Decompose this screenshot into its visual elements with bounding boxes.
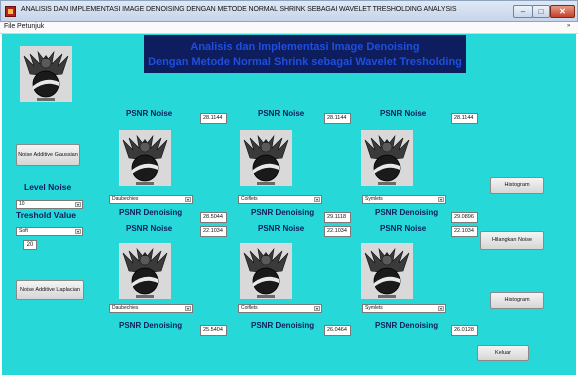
eagle-emblem-icon bbox=[361, 130, 413, 186]
laplacian-noisy-image-symlets bbox=[361, 243, 413, 299]
wavelet-dropdown[interactable]: Coiflets ▾ bbox=[238, 195, 322, 204]
eagle-emblem-icon bbox=[119, 243, 171, 299]
psnr-noise-value: 28.1144 bbox=[451, 113, 478, 124]
eagle-emblem-icon bbox=[240, 243, 292, 299]
title-bar: ANALISIS DAN IMPLEMENTASI IMAGE DENOISIN… bbox=[0, 0, 578, 22]
psnr-denoising-label: PSNR Denoising bbox=[375, 321, 439, 330]
menu-file[interactable]: File bbox=[4, 23, 15, 30]
psnr-noise-value: 22.1034 bbox=[324, 226, 351, 237]
exit-button[interactable]: Keluar bbox=[477, 345, 529, 361]
laplacian-noisy-image-coiflets bbox=[240, 243, 292, 299]
chevron-down-icon: ▾ bbox=[314, 306, 320, 311]
psnr-noise-label: PSNR Noise bbox=[380, 224, 427, 233]
banner-title-line1: Analisis dan Implementasi Image Denoisin… bbox=[190, 41, 420, 53]
chevron-down-icon: ▾ bbox=[438, 306, 444, 311]
psnr-denoising-label: PSNR Denoising bbox=[251, 208, 315, 217]
psnr-denoising-value: 29.0896 bbox=[451, 212, 478, 223]
chevron-down-icon: ▾ bbox=[438, 197, 444, 202]
psnr-noise-label: PSNR Noise bbox=[126, 109, 173, 118]
psnr-noise-value: 28.1144 bbox=[200, 113, 227, 124]
noise-additive-gaussian-button[interactable]: Noise Additive Gaussian bbox=[16, 144, 80, 166]
level-noise-value: 10 bbox=[19, 201, 25, 207]
wavelet-value: Daubechies bbox=[112, 196, 139, 202]
wavelet-dropdown[interactable]: Daubechies ▾ bbox=[109, 195, 193, 204]
eagle-emblem-icon bbox=[119, 130, 171, 186]
window-title: ANALISIS DAN IMPLEMENTASI IMAGE DENOISIN… bbox=[21, 6, 457, 13]
menu-petunjuk[interactable]: Petunjuk bbox=[17, 23, 44, 30]
figure-canvas: Analisis dan Implementasi Image Denoisin… bbox=[2, 34, 576, 375]
maximize-button[interactable]: □ bbox=[532, 5, 550, 18]
wavelet-dropdown[interactable]: Symlets ▾ bbox=[362, 195, 446, 204]
wavelet-value: Daubechies bbox=[112, 305, 139, 311]
eagle-emblem-icon bbox=[361, 243, 413, 299]
menu-bar: File Petunjuk » bbox=[0, 22, 578, 34]
remove-noise-button[interactable]: Hilangkan Noise bbox=[480, 231, 544, 250]
psnr-denoising-value: 25.5404 bbox=[200, 325, 227, 336]
psnr-noise-label: PSNR Noise bbox=[258, 224, 305, 233]
wavelet-dropdown[interactable]: Symlets ▾ bbox=[362, 304, 446, 313]
level-noise-label: Level Noise bbox=[24, 182, 72, 192]
chevron-down-icon: ▾ bbox=[75, 229, 81, 234]
psnr-denoising-value: 26.0464 bbox=[324, 325, 351, 336]
treshold-number-field[interactable]: 20 bbox=[23, 240, 37, 250]
minimize-button[interactable]: – bbox=[513, 5, 533, 18]
psnr-noise-value: 22.1034 bbox=[451, 226, 478, 237]
psnr-denoising-value: 28.5044 bbox=[200, 212, 227, 223]
title-banner: Analisis dan Implementasi Image Denoisin… bbox=[144, 35, 466, 73]
psnr-noise-label: PSNR Noise bbox=[126, 224, 173, 233]
original-image bbox=[20, 46, 72, 102]
psnr-noise-label: PSNR Noise bbox=[258, 109, 305, 118]
chevron-down-icon: ▾ bbox=[185, 306, 191, 311]
treshold-value-label: Treshold Value bbox=[16, 210, 76, 220]
psnr-noise-value: 22.1034 bbox=[200, 226, 227, 237]
wavelet-dropdown[interactable]: Coiflets ▾ bbox=[238, 304, 322, 313]
gaussian-noisy-image-daubechies bbox=[119, 130, 171, 186]
laplacian-noisy-image-daubechies bbox=[119, 243, 171, 299]
chevron-down-icon: ▾ bbox=[75, 202, 81, 207]
gaussian-noisy-image-coiflets bbox=[240, 130, 292, 186]
eagle-emblem-icon bbox=[240, 130, 292, 186]
level-noise-dropdown[interactable]: 10 ▾ bbox=[16, 200, 83, 209]
psnr-denoising-label: PSNR Denoising bbox=[251, 321, 315, 330]
histogram-button-bottom[interactable]: Histogram bbox=[490, 292, 544, 309]
psnr-denoising-value: 29.1118 bbox=[324, 212, 351, 223]
psnr-denoising-label: PSNR Denoising bbox=[375, 208, 439, 217]
banner-title-line2: Dengan Metode Normal Shrink sebagai Wave… bbox=[148, 56, 462, 68]
treshold-value: Soft bbox=[19, 228, 28, 234]
close-button[interactable]: ✕ bbox=[550, 5, 575, 18]
chevron-down-icon: ▾ bbox=[314, 197, 320, 202]
psnr-denoising-label: PSNR Denoising bbox=[119, 208, 183, 217]
psnr-noise-value: 28.1144 bbox=[324, 113, 351, 124]
wavelet-value: Symlets bbox=[365, 305, 383, 311]
matlab-app-icon bbox=[5, 6, 16, 17]
noise-additive-laplacian-button[interactable]: Noise Additive Laplacian bbox=[16, 280, 84, 300]
wavelet-value: Symlets bbox=[365, 196, 383, 202]
menu-overflow-icon[interactable]: » bbox=[567, 23, 570, 29]
psnr-noise-label: PSNR Noise bbox=[380, 109, 427, 118]
psnr-denoising-value: 26.0128 bbox=[451, 325, 478, 336]
chevron-down-icon: ▾ bbox=[185, 197, 191, 202]
gaussian-noisy-image-symlets bbox=[361, 130, 413, 186]
histogram-button-top[interactable]: Histogram bbox=[490, 177, 544, 194]
wavelet-dropdown[interactable]: Daubechies ▾ bbox=[109, 304, 193, 313]
psnr-denoising-label: PSNR Denoising bbox=[119, 321, 183, 330]
wavelet-value: Coiflets bbox=[241, 196, 258, 202]
treshold-dropdown[interactable]: Soft ▾ bbox=[16, 227, 83, 236]
wavelet-value: Coiflets bbox=[241, 305, 258, 311]
eagle-emblem-icon bbox=[20, 46, 72, 102]
